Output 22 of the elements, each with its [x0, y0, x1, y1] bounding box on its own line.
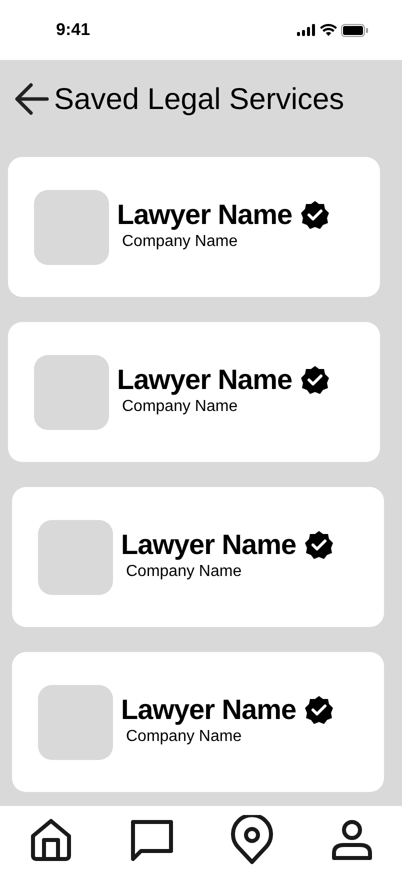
status-time: 9:41 — [56, 19, 90, 42]
company-name: Company Name — [126, 562, 243, 582]
home-icon[interactable] — [30, 818, 72, 862]
wifi-icon — [320, 24, 337, 36]
company-name: Company Name — [122, 397, 239, 418]
lawyer-name: Lawyer Name — [117, 364, 292, 396]
lawyer-card[interactable]: Lawyer Name Company Name — [12, 487, 384, 627]
page-title: Saved Legal Services — [54, 82, 344, 118]
user-icon[interactable] — [332, 818, 372, 862]
signal-icon — [297, 24, 316, 36]
lawyer-name: Lawyer Name — [121, 694, 296, 726]
lawyer-card[interactable]: Lawyer Name Company Name — [8, 322, 380, 462]
lawyer-name: Lawyer Name — [117, 200, 292, 230]
back-arrow-icon[interactable] — [14, 82, 50, 116]
map-pin-icon[interactable] — [231, 815, 274, 865]
chat-icon[interactable] — [130, 819, 173, 861]
lawyer-name: Lawyer Name — [121, 530, 296, 560]
company-name: Company Name — [126, 727, 243, 748]
lawyer-card[interactable]: Lawyer Name Company Name — [12, 652, 384, 792]
battery-icon — [341, 24, 368, 36]
lawyer-card[interactable]: Lawyer Name Company Name — [8, 157, 380, 297]
company-name: Company Name — [122, 232, 239, 252]
